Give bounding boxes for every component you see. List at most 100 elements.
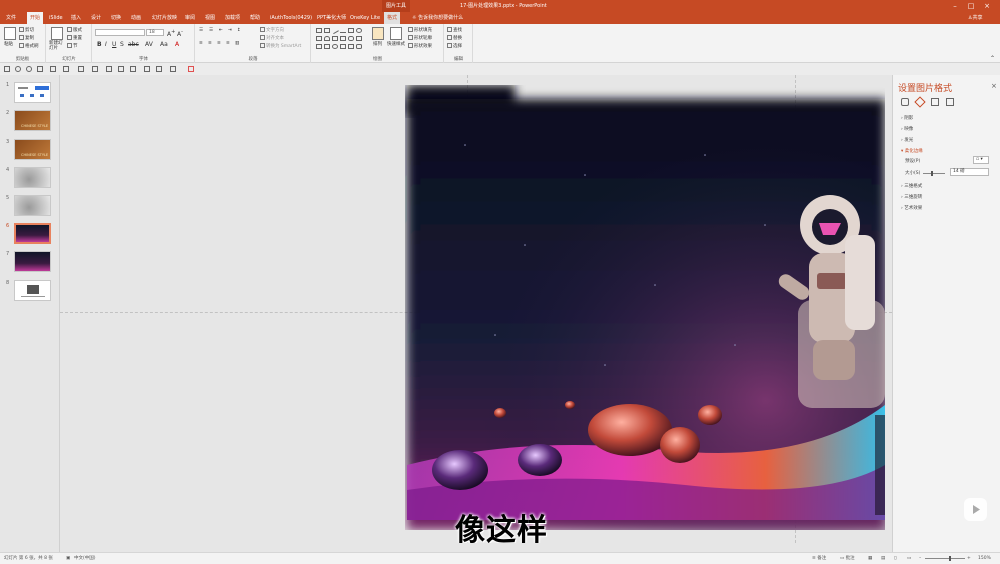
brace-shape-icon[interactable]	[356, 36, 362, 41]
qat-icon-15[interactable]	[188, 66, 194, 72]
slide-thumbnail-8[interactable]	[14, 280, 51, 301]
tab-review[interactable]: 审阅	[182, 12, 198, 24]
tab-insert[interactable]: 插入	[68, 12, 84, 24]
justify-icon[interactable]: ≡	[226, 41, 230, 46]
quick-styles-button[interactable]: 快速样式	[387, 41, 405, 47]
paste-button[interactable]: 粘贴	[4, 41, 13, 47]
columns-icon[interactable]: ▥	[235, 41, 239, 46]
tab-view[interactable]: 视图	[202, 12, 218, 24]
bracket-shape-icon[interactable]	[340, 44, 346, 49]
new-slide-icon[interactable]	[51, 27, 63, 40]
normal-view-icon[interactable]: ▦	[868, 553, 872, 564]
decrease-indent-icon[interactable]: ⇤	[219, 28, 223, 33]
elbow-shape-icon[interactable]	[332, 36, 338, 41]
preset-dropdown[interactable]: ▫ ▾	[973, 156, 989, 164]
tab-islide[interactable]: iSlide	[46, 12, 66, 24]
qat-icon-9[interactable]	[106, 66, 112, 72]
qat-icon-13[interactable]	[156, 66, 162, 72]
start-slideshow-icon[interactable]	[37, 66, 43, 72]
section-artistic-effects[interactable]: › 艺术效果	[901, 205, 922, 211]
qat-icon-10[interactable]	[118, 66, 124, 72]
qat-icon-6[interactable]	[63, 66, 69, 72]
font-size-input[interactable]: 18	[146, 29, 164, 36]
copy-button[interactable]: 复制	[19, 35, 34, 41]
slide-thumbnail-3[interactable]: CHINESE STYLE	[14, 139, 51, 160]
arrow-shape-icon[interactable]	[340, 28, 346, 33]
section-reflection[interactable]: › 映像	[901, 126, 913, 132]
font-name-input[interactable]	[95, 29, 145, 36]
zoom-level[interactable]: 150%	[978, 553, 991, 564]
italic-icon[interactable]: I	[105, 41, 107, 48]
rect2-shape-icon[interactable]	[316, 44, 322, 49]
reading-view-icon[interactable]: ▯	[894, 553, 896, 564]
slide-thumbnail-2[interactable]: CHINESE STYLE	[14, 110, 51, 131]
slideshow-view-icon[interactable]: ▭	[907, 553, 911, 564]
underline-icon[interactable]: U	[112, 41, 116, 48]
text-box-vertical-shape-icon[interactable]	[324, 28, 330, 33]
numbering-icon[interactable]: ☰	[209, 28, 213, 33]
slide-thumbnail-4[interactable]	[14, 167, 51, 188]
increase-font-icon[interactable]: A+	[167, 29, 175, 38]
line-shape-icon[interactable]	[331, 26, 339, 35]
effects-tab-icon[interactable]	[914, 96, 926, 108]
section-3d-rotation[interactable]: › 三维旋转	[901, 194, 922, 200]
select-button[interactable]: 选择	[447, 43, 462, 49]
zoom-in-icon[interactable]: +	[967, 553, 971, 564]
slide-thumbnail-1[interactable]	[14, 82, 51, 103]
tab-slideshow[interactable]: 幻灯片放映	[149, 12, 180, 24]
tab-transitions[interactable]: 切换	[108, 12, 124, 24]
smartart-button[interactable]: 转换为 SmartArt	[260, 43, 301, 49]
qat-icon-14[interactable]	[170, 66, 176, 72]
reset-button[interactable]: 重置	[67, 35, 82, 41]
quick-styles-icon[interactable]	[390, 27, 402, 40]
tab-iauthtools[interactable]: iAuthTools(0429)	[267, 12, 315, 24]
picture-tab-icon[interactable]	[946, 98, 954, 106]
pane-close-icon[interactable]: ×	[991, 82, 997, 90]
triangle-shape-icon[interactable]	[324, 36, 330, 41]
find-button[interactable]: 查找	[447, 27, 462, 33]
tab-design[interactable]: 设计	[88, 12, 104, 24]
slide-thumbnail-5[interactable]	[14, 195, 51, 216]
size-properties-tab-icon[interactable]	[931, 98, 939, 106]
oval-shape-icon[interactable]	[356, 28, 362, 33]
new-slide-button[interactable]: 新建幻灯片	[49, 41, 65, 51]
slide-picture-soft-edges[interactable]	[405, 85, 885, 530]
star2-shape-icon[interactable]	[356, 44, 362, 49]
font-color-icon[interactable]: A	[175, 41, 179, 48]
fill-line-tab-icon[interactable]	[901, 98, 909, 106]
qat-icon-5[interactable]	[50, 66, 56, 72]
text-direction-button[interactable]: 文字方向	[260, 27, 284, 33]
section-soft-edges[interactable]: ▾ 柔化边缘	[901, 148, 923, 154]
section-glow[interactable]: › 发光	[901, 137, 913, 143]
strikethrough-icon[interactable]: abc	[128, 41, 139, 48]
maximize-icon[interactable]: □	[966, 1, 976, 11]
bold-icon[interactable]: B	[97, 41, 102, 48]
slide-thumbnail-6[interactable]	[14, 223, 51, 244]
section-shadow[interactable]: › 阴影	[901, 115, 913, 121]
spellcheck-icon[interactable]: ▣	[66, 553, 70, 564]
qat-icon-12[interactable]	[144, 66, 150, 72]
decrease-font-icon[interactable]: A-	[177, 29, 183, 38]
save-icon[interactable]	[4, 66, 10, 72]
replace-button[interactable]: 替换	[447, 35, 462, 41]
layout-button[interactable]: 版式	[67, 27, 82, 33]
tab-onekey-lite[interactable]: OneKey Lite	[347, 12, 383, 24]
video-play-overlay-icon[interactable]	[964, 498, 987, 521]
slide-sorter-icon[interactable]: ▤	[881, 553, 885, 564]
format-painter-button[interactable]: 格式刷	[19, 43, 39, 49]
callout-shape-icon[interactable]	[324, 44, 330, 49]
block-arrow-shape-icon[interactable]	[340, 36, 346, 41]
star-shape-icon[interactable]	[348, 36, 354, 41]
share-button[interactable]: ♙共享	[968, 12, 983, 24]
notes-button[interactable]: ≡ 备注	[812, 553, 826, 564]
tell-me-search[interactable]: ☼ 告诉我你想要做什么	[412, 12, 463, 24]
shape-outline-button[interactable]: 形状轮廓	[408, 35, 432, 41]
arrange-icon[interactable]	[372, 27, 384, 40]
tab-animations[interactable]: 动画	[128, 12, 144, 24]
minimize-icon[interactable]: –	[950, 1, 960, 11]
language-status[interactable]: 中文(中国)	[74, 553, 96, 564]
tab-ppt-beautify[interactable]: PPT美化大师	[314, 12, 349, 24]
redo-icon[interactable]	[26, 66, 32, 72]
slide-thumbnail-7[interactable]	[14, 251, 51, 272]
rectangle-shape-icon[interactable]	[348, 28, 354, 33]
